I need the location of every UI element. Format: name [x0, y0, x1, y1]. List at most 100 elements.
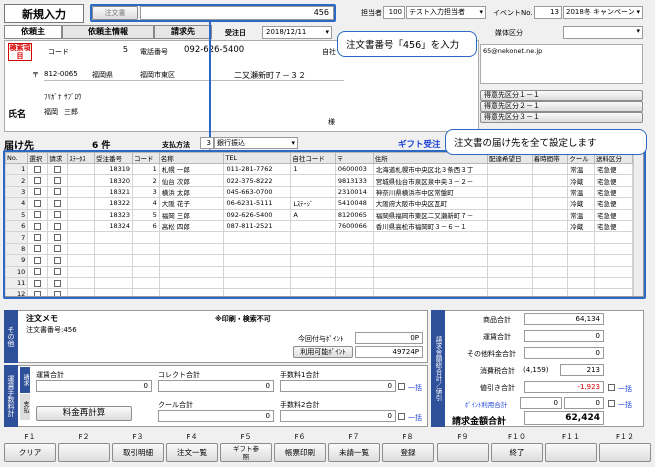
function-key-4[interactable]: F４ 注文一覧: [166, 432, 218, 465]
memo-content[interactable]: 注文書番号:456: [26, 325, 77, 335]
order-date-field[interactable]: 2018/12/11 ▾: [262, 26, 332, 39]
order-no-label[interactable]: 注文書: [92, 6, 138, 20]
row-checkbox[interactable]: [34, 177, 42, 185]
function-key-8[interactable]: F８ 登録: [382, 432, 434, 465]
row-checkbox[interactable]: [54, 256, 62, 264]
pay-method-select[interactable]: 銀行振込 ▾: [214, 137, 298, 149]
row-checkbox[interactable]: [34, 211, 42, 219]
row-checkbox[interactable]: [34, 245, 42, 253]
select-checkbox-cell[interactable]: [47, 288, 69, 296]
row-checkbox[interactable]: [54, 234, 62, 242]
staff-code-field[interactable]: 100: [383, 6, 405, 19]
city-field[interactable]: 福岡市東区: [140, 70, 175, 80]
function-key-button[interactable]: 終了: [491, 443, 543, 462]
function-key-5[interactable]: F５ ギフト参照: [220, 432, 272, 465]
row-checkbox[interactable]: [54, 268, 62, 276]
function-key-11[interactable]: F１１: [545, 432, 597, 465]
select-checkbox-cell[interactable]: [27, 265, 49, 278]
row-checkbox[interactable]: [34, 222, 42, 230]
function-key-1[interactable]: F１ クリア: [4, 432, 56, 465]
select-checkbox-cell[interactable]: [47, 185, 69, 199]
select-checkbox-cell[interactable]: [27, 197, 49, 210]
point-bulk-checkbox[interactable]: [608, 400, 615, 407]
table-row[interactable]: 5 18323 5 福岡 三郎 092-626-5400 A 8120065 福岡県福岡市東区…: [5, 208, 634, 221]
function-key-7[interactable]: F７ 未請一覧: [328, 432, 380, 465]
staff-select[interactable]: テスト入力担当者 ▾: [406, 6, 486, 19]
table-row[interactable]: 11: [5, 276, 634, 290]
column-header[interactable]: 選択: [27, 152, 49, 164]
table-row[interactable]: 3 18321 3 横浜 太郎 045-663-0700 2310014 神奈川県横浜市中区…: [5, 185, 634, 199]
function-key-button[interactable]: ギフト参照: [220, 443, 272, 462]
select-checkbox-cell[interactable]: [27, 208, 49, 221]
column-header[interactable]: 請求: [47, 152, 69, 164]
collect-total-field[interactable]: 0: [158, 380, 274, 392]
row-checkbox[interactable]: [34, 256, 42, 264]
discount-bulk-checkbox[interactable]: [608, 384, 615, 391]
row-checkbox[interactable]: [54, 222, 62, 230]
select-checkbox-cell[interactable]: [27, 185, 49, 199]
select-checkbox-cell[interactable]: [47, 197, 69, 210]
table-row[interactable]: 10: [5, 265, 634, 278]
event-select[interactable]: 2018冬 キャンペーン ▾: [563, 6, 643, 19]
zip-field[interactable]: 812-0065: [44, 70, 78, 78]
row-checkbox[interactable]: [54, 177, 62, 185]
fees-tab-pay[interactable]: 支払: [20, 394, 30, 420]
table-row[interactable]: 1 18319 1 札幌 一郎 011-281-7762 1 0600003 北海道札幌市中央…: [5, 162, 634, 176]
row-checkbox[interactable]: [54, 279, 62, 287]
table-row[interactable]: 4 18322 4 大阪 花子 06-6231-5111 Lｽﾃｰｼﾞ 5410048 大阪府…: [5, 197, 634, 210]
select-checkbox-cell[interactable]: [47, 174, 69, 187]
function-key-button[interactable]: [599, 443, 651, 462]
pref-field[interactable]: 福岡県: [92, 70, 113, 80]
tab-requester[interactable]: 依頼主: [4, 25, 62, 39]
row-checkbox[interactable]: [34, 279, 42, 287]
select-checkbox-cell[interactable]: [47, 208, 69, 221]
row-checkbox[interactable]: [34, 290, 42, 296]
fee1-total-field[interactable]: 0: [280, 380, 396, 392]
column-header[interactable]: コード: [132, 152, 160, 164]
column-header[interactable]: 受注番号: [94, 152, 134, 164]
kana-field[interactable]: ｻﾌﾞﾛｳ: [64, 92, 82, 102]
function-key-button[interactable]: 登録: [382, 443, 434, 462]
select-checkbox-cell[interactable]: [47, 231, 69, 244]
function-key-9[interactable]: F９: [437, 432, 489, 465]
column-header[interactable]: ｽﾃｰﾀｽ: [67, 152, 96, 164]
customer-cat3-button[interactable]: 得意先区分３－１: [480, 112, 643, 123]
row-checkbox[interactable]: [54, 211, 62, 219]
function-key-button[interactable]: クリア: [4, 443, 56, 462]
row-checkbox[interactable]: [34, 268, 42, 276]
function-key-12[interactable]: F１２: [599, 432, 651, 465]
fees-tab-request[interactable]: 請求: [20, 367, 30, 393]
select-checkbox-cell[interactable]: [47, 219, 69, 233]
select-checkbox-cell[interactable]: [27, 174, 49, 187]
row-checkbox[interactable]: [34, 165, 42, 173]
select-checkbox-cell[interactable]: [27, 254, 49, 267]
function-key-button[interactable]: 帳票印刷: [274, 443, 326, 462]
table-row[interactable]: 9: [5, 254, 634, 267]
last-name-field[interactable]: 福岡: [44, 107, 58, 117]
function-key-button[interactable]: [437, 443, 489, 462]
function-key-6[interactable]: F６ 帳票印刷: [274, 432, 326, 465]
customer-code-field[interactable]: 5: [80, 45, 128, 54]
pay-code-field[interactable]: 3: [200, 137, 214, 149]
email-field[interactable]: 65@nekonet.ne.jp: [480, 44, 643, 84]
select-checkbox-cell[interactable]: [27, 242, 49, 256]
select-checkbox-cell[interactable]: [27, 162, 49, 176]
shipping-total-field[interactable]: 0: [36, 380, 152, 392]
select-checkbox-cell[interactable]: [47, 242, 69, 256]
phone-field[interactable]: 092-626-5400: [184, 45, 244, 55]
select-checkbox-cell[interactable]: [27, 288, 49, 296]
first-name-field[interactable]: 三郎: [64, 107, 78, 117]
event-no-field[interactable]: 13: [534, 6, 562, 19]
table-row[interactable]: 12: [5, 288, 634, 296]
row-checkbox[interactable]: [54, 199, 62, 207]
function-key-button[interactable]: [58, 443, 110, 462]
function-key-button[interactable]: [545, 443, 597, 462]
table-row[interactable]: 8: [5, 242, 634, 256]
row-checkbox[interactable]: [34, 188, 42, 196]
function-key-10[interactable]: F１０ 終了: [491, 432, 543, 465]
row-checkbox[interactable]: [34, 199, 42, 207]
fee2-total-field[interactable]: 0: [280, 410, 396, 422]
function-key-2[interactable]: F２: [58, 432, 110, 465]
row-checkbox[interactable]: [54, 245, 62, 253]
row-checkbox[interactable]: [54, 290, 62, 296]
